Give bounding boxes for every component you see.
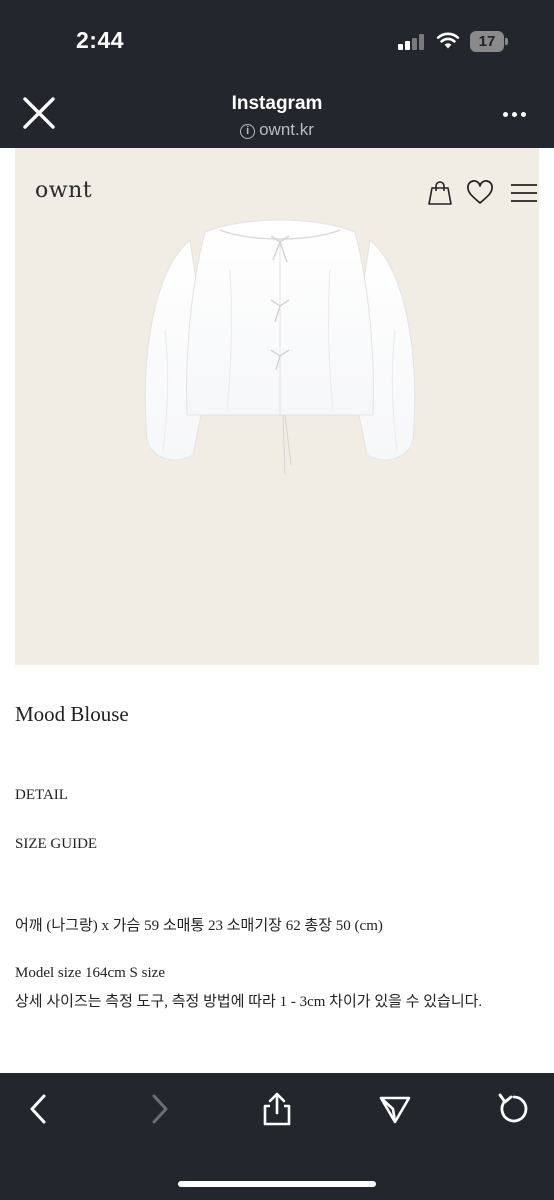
browser-title: Instagram [231, 93, 323, 114]
send-icon[interactable] [377, 1091, 413, 1127]
info-icon: i [240, 124, 256, 139]
size-guide-link[interactable]: SIZE GUIDE [15, 836, 97, 853]
home-indicator[interactable] [178, 1181, 376, 1187]
browser-url[interactable]: i ownt.kr [0, 120, 554, 140]
heart-icon[interactable] [465, 178, 495, 208]
blouse-photo [144, 219, 416, 476]
battery-icon: 17 [470, 31, 508, 52]
browser-url-text: ownt.kr [259, 120, 314, 139]
product-image: ownt [15, 148, 539, 665]
top-chrome: 2:44 17 Instagram i ownt.kr [0, 0, 554, 148]
forward-arrow-icon[interactable] [140, 1091, 176, 1127]
shopping-bag-icon[interactable] [425, 178, 455, 208]
more-options-icon[interactable] [500, 104, 530, 124]
site-logo[interactable]: ownt [35, 178, 92, 203]
product-name: Mood Blouse [15, 702, 129, 726]
size-measurements: 어깨 (나그랑) x 가슴 59 소매통 23 소매기장 62 총장 50 (c… [15, 918, 383, 934]
detail-link[interactable]: DETAIL [15, 787, 68, 804]
status-time: 2:44 [76, 27, 125, 53]
reload-icon[interactable] [496, 1091, 532, 1127]
wifi-icon [436, 32, 460, 49]
model-size: Model size 164cm S size [15, 965, 165, 981]
size-note: 상세 사이즈는 측정 도구, 측정 방법에 따라 1 - 3cm 차이가 있을 … [15, 994, 483, 1010]
share-icon[interactable] [259, 1091, 295, 1127]
back-arrow-icon[interactable] [22, 1091, 58, 1127]
battery-level: 17 [470, 31, 504, 52]
cellular-signal-icon [398, 34, 426, 50]
hamburger-menu-icon[interactable] [509, 178, 539, 208]
